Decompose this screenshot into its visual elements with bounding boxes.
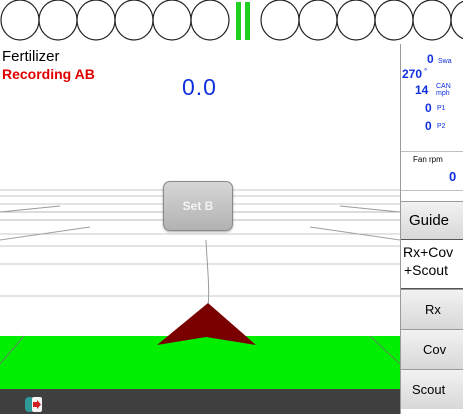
- coverage-area: [0, 336, 400, 389]
- layer-option-label: Rx: [425, 302, 441, 317]
- swath-unit: Swa: [438, 58, 452, 65]
- p1-stat: 0 P1: [401, 100, 463, 116]
- p2-unit: P2: [437, 123, 446, 130]
- section-indicator-icon: [374, 0, 414, 41]
- heading-unit: °: [424, 67, 428, 76]
- bottom-toolbar: [0, 389, 400, 414]
- guide-button-label: Guide: [409, 212, 450, 229]
- guide-button[interactable]: Guide: [401, 201, 463, 239]
- p2-value: 0: [425, 119, 432, 133]
- section-indicator-icon: [336, 0, 376, 41]
- fan-rpm-box: Fan rpm 0: [401, 151, 463, 191]
- cross-track-readout: 0.0: [182, 74, 217, 100]
- section-indicator-icon: [190, 0, 230, 41]
- speed-stat: 14 CAN mph: [401, 82, 463, 98]
- section-indicator-icon: [0, 0, 40, 41]
- section-indicator-bar: [0, 0, 463, 44]
- section-indicator-icon: [152, 0, 192, 41]
- speed-unit: mph: [436, 90, 450, 97]
- fan-rpm-value: 0: [449, 169, 457, 184]
- map-layer-line2: +Scout: [404, 262, 448, 278]
- heading-value: 270: [402, 67, 423, 81]
- speed-source: CAN: [436, 83, 451, 90]
- section-indicator-icon: [260, 0, 300, 41]
- swath-value: 0: [427, 52, 434, 66]
- perspective-line: [0, 205, 61, 213]
- map-layer-button[interactable]: Rx+Cov +Scout: [401, 239, 463, 289]
- active-section-bar: [245, 2, 250, 40]
- section-indicator-icon: [450, 0, 463, 40]
- layer-option-cov[interactable]: Cov: [401, 329, 463, 369]
- recording-status: Recording AB: [2, 66, 95, 82]
- app-screen: Fertilizer Recording AB 0.0 Set B 0 Swa …: [0, 0, 463, 414]
- map-layer-line1: Rx+Cov: [403, 244, 454, 260]
- speed-value: 14: [415, 83, 429, 97]
- p1-value: 0: [425, 101, 432, 115]
- layer-option-scout[interactable]: Scout: [401, 369, 463, 409]
- section-indicator-icon: [114, 0, 154, 41]
- p2-stat: 0 P2: [401, 118, 463, 134]
- section-indicator-icon: [38, 0, 78, 41]
- section-indicator-icon: [298, 0, 338, 41]
- swath-stat: 0 Swa: [401, 50, 463, 66]
- p1-unit: P1: [437, 105, 446, 112]
- fan-rpm-label: Fan rpm: [413, 155, 443, 164]
- layer-option-rx[interactable]: Rx: [401, 289, 463, 329]
- layer-option-label: Cov: [423, 342, 447, 357]
- set-b-button[interactable]: Set B: [163, 181, 233, 231]
- exit-icon[interactable]: [24, 394, 44, 414]
- layer-option-label: Scout: [412, 382, 446, 397]
- heading-stat: 270 °: [401, 66, 463, 82]
- product-title: Fertilizer: [2, 48, 60, 65]
- perspective-line: [339, 205, 400, 213]
- guidance-viewport[interactable]: Fertilizer Recording AB 0.0 Set B: [0, 44, 400, 414]
- section-indicator-icon: [412, 0, 452, 41]
- section-indicators: [0, 0, 463, 41]
- active-section-bar: [236, 2, 241, 40]
- status-panel: 0 Swa 270 ° 14 CAN mph 0 P1 0 P2 Fan rpm…: [400, 44, 463, 414]
- section-indicator-icon: [76, 0, 116, 41]
